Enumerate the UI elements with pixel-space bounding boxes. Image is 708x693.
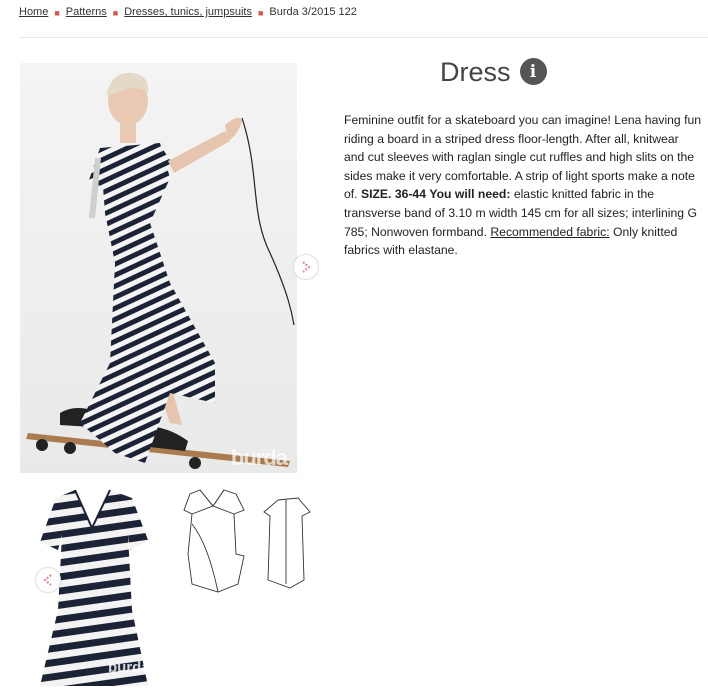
- breadcrumb-link-home[interactable]: Home: [19, 6, 48, 18]
- thumbnail-watermark: burda: [108, 659, 150, 676]
- previous-image-button[interactable]: [35, 567, 61, 593]
- recommended-fabric-link[interactable]: Recommended fabric:: [490, 225, 609, 239]
- breadcrumb-current: Burda 3/2015 122: [269, 6, 357, 18]
- product-description: Feminine outfit for a skateboard you can…: [344, 111, 702, 260]
- main-product-photo[interactable]: burda: [20, 63, 297, 473]
- breadcrumb-separator: ■: [257, 8, 264, 18]
- chevron-right-icon: [302, 261, 311, 273]
- breadcrumb-separator: ■: [54, 8, 60, 18]
- info-icon[interactable]: i: [519, 58, 547, 85]
- thumbnail-technical-drawing[interactable]: [178, 484, 323, 594]
- title-row: Dress i: [440, 57, 547, 88]
- divider: [19, 37, 708, 38]
- breadcrumb: Home ■ Patterns ■ Dresses, tunics, jumps…: [19, 6, 357, 18]
- need-label: You will need:: [429, 187, 511, 202]
- breadcrumb-separator: ■: [112, 8, 119, 18]
- photo-watermark: burda: [230, 445, 288, 470]
- page-title: Dress: [440, 57, 511, 87]
- size-label: SIZE. 36-44: [360, 187, 426, 202]
- next-image-button[interactable]: [293, 254, 319, 280]
- chevron-left-icon: [43, 574, 52, 586]
- breadcrumb-link-dresses[interactable]: Dresses, tunics, jumpsuits: [124, 6, 252, 18]
- breadcrumb-link-patterns[interactable]: Patterns: [66, 6, 107, 18]
